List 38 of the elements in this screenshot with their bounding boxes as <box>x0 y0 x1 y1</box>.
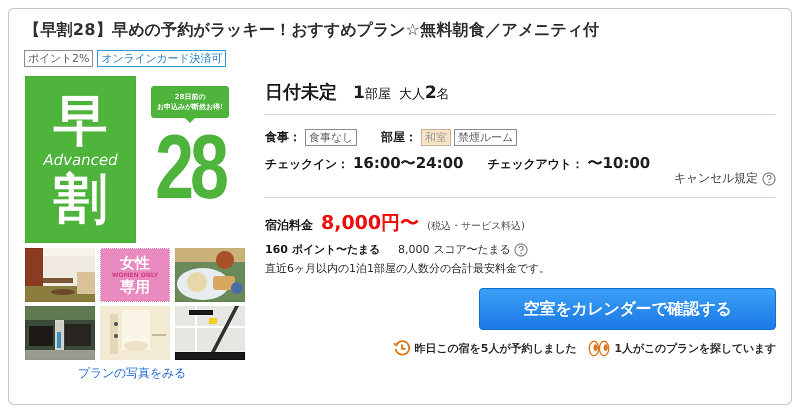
checkin-time: 16:00〜24:00 <box>353 154 464 173</box>
help-icon[interactable] <box>762 172 776 186</box>
tile-text: 女性 <box>120 254 150 272</box>
cancel-policy-link[interactable]: キャンセル規定 <box>674 170 758 187</box>
score-amount: 8,000 <box>398 243 430 256</box>
checkin-label: チェックイン： <box>265 156 349 173</box>
adults-unit: 名 <box>436 86 450 103</box>
adults-label: 大人 <box>398 86 425 103</box>
stat-text: 昨日この宿を5人が予約しました <box>414 340 576 356</box>
date-label: 日付未定 <box>265 81 337 104</box>
eyes-icon <box>588 340 610 356</box>
adult-count: 2 <box>424 83 437 103</box>
tag: オンラインカード決済可 <box>97 50 226 67</box>
tag: 和室 <box>421 129 451 146</box>
checkout-label: チェックアウト： <box>488 156 584 173</box>
calendar-button[interactable]: 空室をカレンダーで確認する <box>479 288 776 330</box>
price-label: 宿泊料金 <box>265 217 313 234</box>
tag: ポイント2% <box>24 50 94 67</box>
price-description: 直近6ヶ月以内の1泊1部屋の人数分の合計最安料金です。 <box>265 261 551 276</box>
tag: 食事なし <box>305 129 357 146</box>
tag: 禁煙ルーム <box>454 129 517 146</box>
banner-panel: 早 Advanced 割 <box>25 76 136 243</box>
points-text: ポイント〜たまる <box>292 242 380 257</box>
plan-title: 【早割28】早めの予約がラッキー！おすすめプラン☆無料朝食／アメニティ付 <box>24 19 600 41</box>
points-amount: 160 <box>265 243 288 256</box>
meal-label: 食事： <box>265 129 301 146</box>
room-unit: 部屋 <box>364 86 391 103</box>
price-value: 8,000円〜 <box>321 211 420 236</box>
price-note: (税込・サービス料込) <box>427 220 525 233</box>
clock-icon <box>392 339 411 357</box>
help-icon[interactable] <box>514 242 528 256</box>
room-count: 1 <box>353 83 365 103</box>
room-label: 部屋： <box>381 129 417 146</box>
tile-text: 専用 <box>120 278 150 296</box>
stat-text: 1人がこのプランを探しています <box>614 340 776 356</box>
score-text: スコア〜たまる <box>433 242 510 257</box>
checkout-time: 〜10:00 <box>588 154 650 173</box>
photos-link[interactable]: プランの写真をみる <box>78 365 186 382</box>
